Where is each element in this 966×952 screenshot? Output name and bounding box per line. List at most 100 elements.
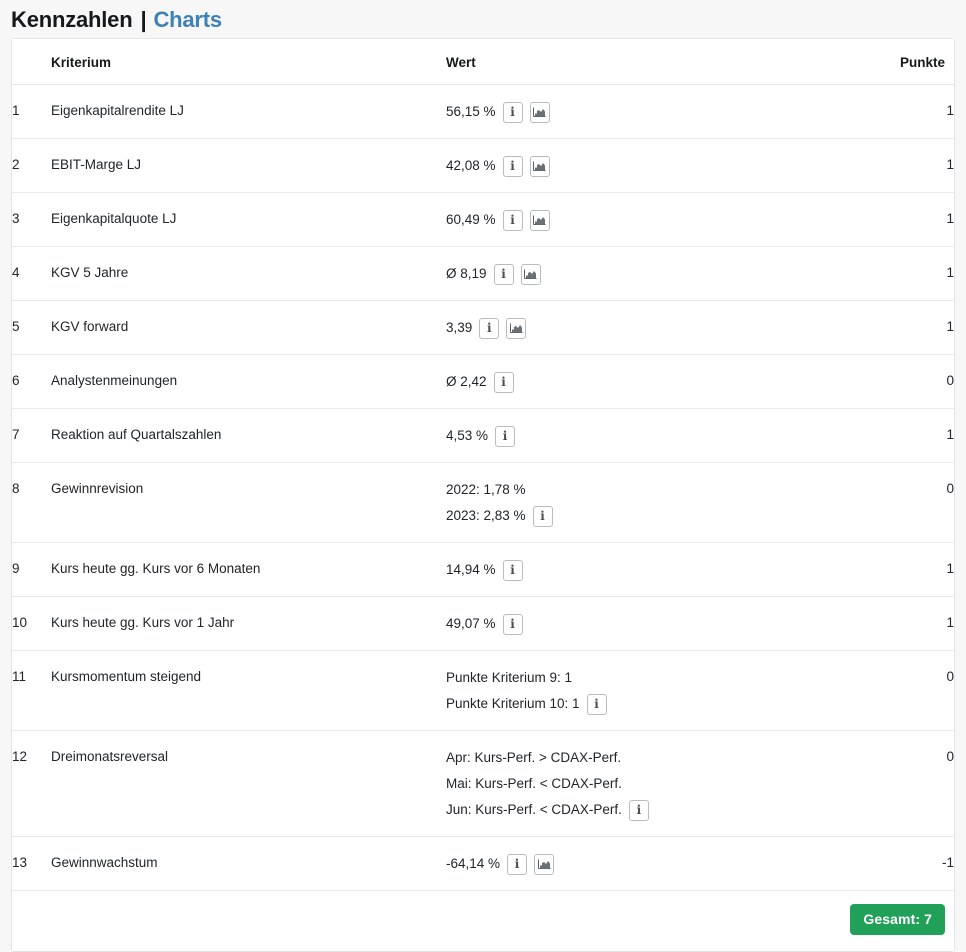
row-criterion: Reaktion auf Quartalszahlen [51, 408, 446, 463]
column-header-points: Punkte [841, 39, 954, 85]
table-header-row: Kriterium Wert Punkte [12, 39, 954, 85]
row-value: 56,15 % i [446, 84, 841, 139]
row-value: 42,08 % i [446, 138, 841, 193]
info-icon[interactable]: i [479, 317, 500, 339]
page-title-text: Kennzahlen [11, 7, 133, 32]
table-row: 13 Gewinnwachstum -64,14 % i -1 [12, 836, 954, 891]
row-points: 1 [841, 408, 954, 463]
value-text: 14,94 % [446, 562, 496, 577]
value-text: Punkte Kriterium 9: 1 [446, 670, 573, 685]
chart-icon[interactable] [529, 101, 550, 123]
card-footer: Gesamt: 7 [12, 891, 954, 951]
row-criterion: EBIT-Marge LJ [51, 138, 446, 193]
table-header: Kriterium Wert Punkte [12, 39, 954, 85]
value-text: Ø 2,42 [446, 374, 487, 389]
value-line: Apr: Kurs-Perf. > CDAX-Perf. [446, 747, 841, 769]
info-icon[interactable]: i [495, 425, 516, 447]
kennzahlen-table: Kriterium Wert Punkte 1 Eigenkapitalrendi… [12, 39, 954, 891]
value-line: -64,14 % i [446, 853, 841, 875]
value-line: 14,94 % i [446, 559, 841, 581]
value-text: 2022: 1,78 % [446, 482, 526, 497]
info-icon[interactable]: i [507, 853, 528, 875]
row-points: 1 [841, 542, 954, 597]
info-icon[interactable]: i [628, 799, 649, 821]
row-points: 0 [841, 462, 954, 543]
value-line: Mai: Kurs-Perf. < CDAX-Perf. [446, 773, 841, 795]
page-title: Kennzahlen | Charts [0, 0, 966, 38]
info-icon[interactable]: i [502, 155, 523, 177]
info-icon[interactable]: i [493, 263, 514, 285]
table-body: 1 Eigenkapitalrendite LJ 56,15 % i 1 2 EBIT-Ma… [12, 84, 954, 891]
charts-link[interactable]: Charts [153, 7, 222, 33]
info-icon[interactable]: i [502, 559, 523, 581]
info-icon[interactable]: i [502, 209, 523, 231]
column-header-criterion: Kriterium [51, 39, 446, 85]
info-icon[interactable]: i [586, 693, 607, 715]
info-glyph: i [636, 803, 642, 817]
row-number: 7 [12, 408, 51, 463]
row-points: 1 [841, 138, 954, 193]
row-criterion: KGV forward [51, 300, 446, 355]
info-glyph: i [510, 213, 515, 227]
info-icon[interactable]: i [502, 101, 523, 123]
row-number: 1 [12, 84, 51, 139]
value-text: -64,14 % [446, 856, 501, 871]
table-row: 2 EBIT-Marge LJ 42,08 % i 1 [12, 138, 954, 193]
row-points: 1 [841, 246, 954, 301]
row-points: 1 [841, 596, 954, 651]
value-line: 42,08 % i [446, 155, 841, 177]
value-text: Punkte Kriterium 10: 1 [446, 696, 580, 711]
table-row: 7 Reaktion auf Quartalszahlen 4,53 % i 1 [12, 408, 954, 463]
chart-icon[interactable] [529, 209, 550, 231]
value-text: Ø 8,19 [446, 266, 487, 281]
value-line: 4,53 % i [446, 425, 841, 447]
table-row: 3 Eigenkapitalquote LJ 60,49 % i 1 [12, 192, 954, 247]
row-number: 6 [12, 354, 51, 409]
row-points: -1 [841, 836, 954, 891]
info-icon[interactable]: i [532, 505, 553, 527]
row-points: 1 [841, 84, 954, 139]
row-criterion: Eigenkapitalrendite LJ [51, 84, 446, 139]
table-row: 4 KGV 5 Jahre Ø 8,19 i 1 [12, 246, 954, 301]
total-score-badge[interactable]: Gesamt: 7 [850, 904, 945, 935]
value-text: Jun: Kurs-Perf. < CDAX-Perf. [446, 802, 622, 817]
value-text: 4,53 % [446, 428, 489, 443]
info-icon[interactable]: i [493, 371, 514, 393]
row-number: 12 [12, 730, 51, 837]
chart-icon[interactable] [534, 853, 555, 875]
table-row: 5 KGV forward 3,39 i 1 [12, 300, 954, 355]
value-text: 56,15 % [446, 104, 496, 119]
row-value: Ø 2,42 i [446, 354, 841, 409]
value-text: Mai: Kurs-Perf. < CDAX-Perf. [446, 776, 622, 791]
table-row: 12 Dreimonatsreversal Apr: Kurs-Perf. > CD… [12, 730, 954, 837]
value-line: Ø 2,42 i [446, 371, 841, 393]
value-line: 3,39 i [446, 317, 841, 339]
value-text: 60,49 % [446, 212, 496, 227]
value-line: 2023: 2,83 % i [446, 505, 841, 527]
kennzahlen-page: Kennzahlen | Charts Kriterium Wert Punkt… [0, 0, 966, 952]
table-row: 11 Kursmomentum steigend Punkte Kriterium … [12, 650, 954, 731]
row-criterion: Eigenkapitalquote LJ [51, 192, 446, 247]
row-points: 0 [841, 730, 954, 837]
value-line: 49,07 % i [446, 613, 841, 635]
value-line: Jun: Kurs-Perf. < CDAX-Perf. i [446, 799, 841, 821]
row-criterion: Gewinnwachstum [51, 836, 446, 891]
row-value: Punkte Kriterium 9: 1 Punkte Kriterium 10… [446, 650, 841, 731]
value-line: Punkte Kriterium 10: 1 i [446, 693, 841, 715]
title-separator: | [140, 7, 147, 32]
chart-icon[interactable] [529, 155, 550, 177]
kennzahlen-card: Kriterium Wert Punkte 1 Eigenkapitalrendi… [11, 38, 955, 952]
value-line: Ø 8,19 i [446, 263, 841, 285]
row-criterion: Kursmomentum steigend [51, 650, 446, 731]
row-criterion: Gewinnrevision [51, 462, 446, 543]
info-glyph: i [501, 375, 506, 389]
chart-icon[interactable] [506, 317, 527, 339]
value-text: 3,39 [446, 320, 473, 335]
value-text: 49,07 % [446, 616, 496, 631]
chart-icon[interactable] [520, 263, 541, 285]
row-points: 0 [841, 650, 954, 731]
row-number: 4 [12, 246, 51, 301]
info-icon[interactable]: i [502, 613, 523, 635]
row-value: -64,14 % i [446, 836, 841, 891]
table-row: 10 Kurs heute gg. Kurs vor 1 Jahr 49,07 % i… [12, 596, 954, 651]
